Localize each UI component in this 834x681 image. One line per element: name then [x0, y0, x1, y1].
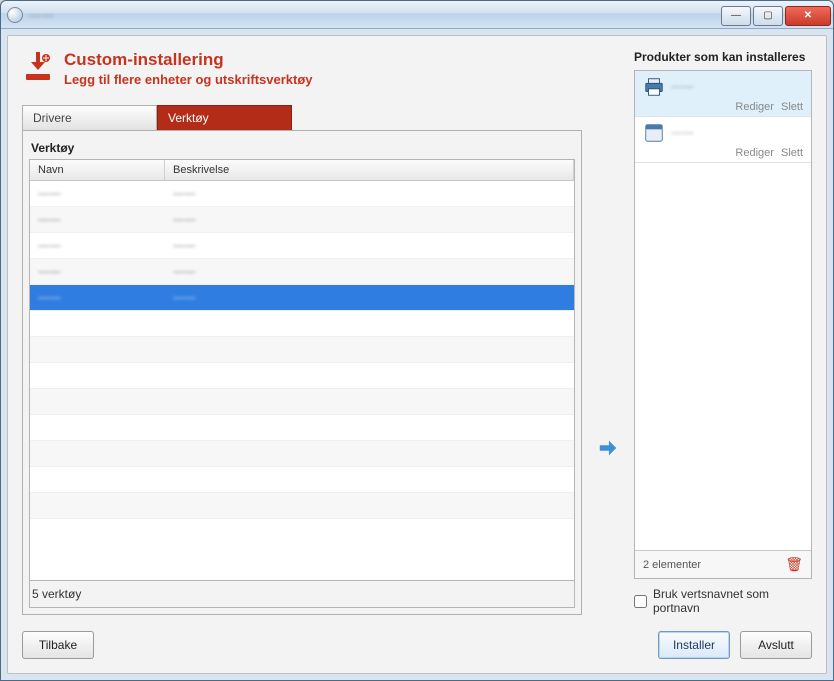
- right-pane: Produkter som kan installeres —— Redi: [634, 50, 812, 615]
- install-list: —— Rediger Slett: [634, 70, 812, 579]
- hostname-checkbox[interactable]: [634, 595, 647, 608]
- printer-icon: [643, 76, 665, 98]
- table-row[interactable]: —— ——: [30, 259, 574, 285]
- install-icon: [22, 50, 54, 82]
- table-row[interactable]: —— ——: [30, 181, 574, 207]
- tab-verktoy[interactable]: Verktøy: [157, 105, 292, 130]
- product-item[interactable]: —— Rediger Slett: [635, 117, 811, 163]
- add-arrow[interactable]: [596, 50, 620, 615]
- col-navn[interactable]: Navn: [30, 160, 165, 180]
- install-list-body: —— Rediger Slett: [635, 71, 811, 550]
- content: Custom-installering Legg til flere enhet…: [22, 50, 812, 615]
- page-title: Custom-installering: [64, 50, 313, 70]
- grid-footer: 5 verktøy: [29, 581, 575, 608]
- product-item-selected[interactable]: —— Rediger Slett: [635, 71, 811, 117]
- app-icon: [7, 7, 23, 23]
- trash-icon[interactable]: 🗑: [785, 556, 803, 573]
- table-row[interactable]: [30, 363, 574, 389]
- client-area: Custom-installering Legg til flere enhet…: [7, 35, 827, 674]
- minimize-button[interactable]: —: [721, 6, 751, 26]
- table-row[interactable]: [30, 415, 574, 441]
- grid-header: Navn Beskrivelse: [30, 160, 574, 181]
- tabs: Drivere Verktøy: [22, 105, 582, 130]
- col-beskrivelse[interactable]: Beskrivelse: [165, 160, 574, 180]
- maximize-button[interactable]: ▢: [753, 6, 783, 26]
- bottom-bar: Tilbake Installer Avslutt: [22, 631, 812, 659]
- table-row[interactable]: [30, 337, 574, 363]
- hostname-checkbox-label: Bruk vertsnavnet som portnavn: [653, 587, 812, 615]
- page-subtitle: Legg til flere enheter og utskriftsverkt…: [64, 72, 313, 87]
- tab-drivere[interactable]: Drivere: [22, 105, 157, 130]
- quit-button[interactable]: Avslutt: [740, 631, 812, 659]
- install-button[interactable]: Installer: [658, 631, 730, 659]
- grid-body: —— —— —— —— —— ——: [30, 181, 574, 580]
- table-row[interactable]: [30, 389, 574, 415]
- tools-panel: Verktøy Navn Beskrivelse —— ——: [22, 130, 582, 615]
- install-list-title: Produkter som kan installeres: [634, 50, 812, 64]
- hostname-checkbox-row[interactable]: Bruk vertsnavnet som portnavn: [634, 587, 812, 615]
- table-row[interactable]: —— ——: [30, 207, 574, 233]
- table-row[interactable]: [30, 311, 574, 337]
- delete-link[interactable]: Slett: [781, 101, 803, 113]
- back-button[interactable]: Tilbake: [22, 631, 94, 659]
- table-row[interactable]: —— ——: [30, 233, 574, 259]
- close-button[interactable]: ✕: [785, 6, 831, 26]
- install-list-footer: 2 elementer 🗑: [635, 550, 811, 578]
- left-pane: Custom-installering Legg til flere enhet…: [22, 50, 582, 615]
- table-row-selected[interactable]: —— ——: [30, 285, 574, 311]
- table-row[interactable]: [30, 467, 574, 493]
- titlebar[interactable]: —— — ▢ ✕: [1, 1, 833, 29]
- section-label: Verktøy: [29, 141, 575, 155]
- edit-link[interactable]: Rediger: [735, 147, 774, 159]
- install-count: 2 elementer: [643, 559, 701, 571]
- tools-grid: Navn Beskrivelse —— —— —— ——: [29, 159, 575, 581]
- delete-link[interactable]: Slett: [781, 147, 803, 159]
- window-title: ——: [29, 8, 55, 22]
- tool-icon: [643, 122, 665, 144]
- header-texts: Custom-installering Legg til flere enhet…: [64, 50, 313, 87]
- table-row[interactable]: [30, 441, 574, 467]
- page-header: Custom-installering Legg til flere enhet…: [22, 50, 582, 87]
- edit-link[interactable]: Rediger: [735, 101, 774, 113]
- window-controls: — ▢ ✕: [721, 4, 833, 26]
- app-window: —— — ▢ ✕: [0, 0, 834, 681]
- table-row[interactable]: [30, 493, 574, 519]
